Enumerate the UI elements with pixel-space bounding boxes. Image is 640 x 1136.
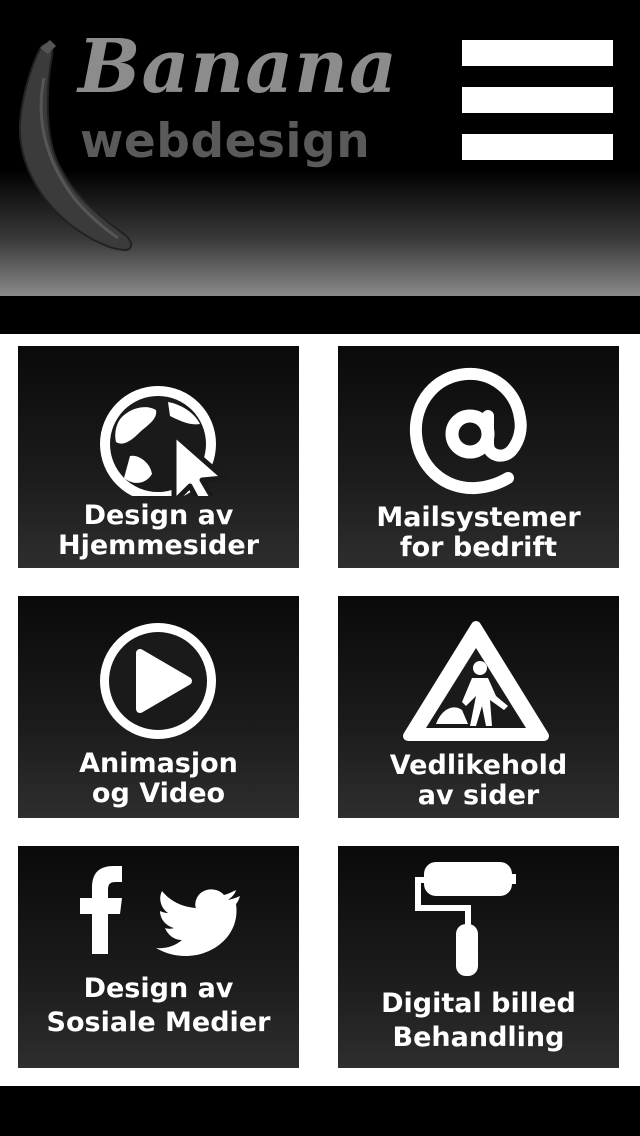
tile-mail-systems[interactable]: Mailsystemer for bedrift: [338, 346, 619, 568]
footer-bar: [0, 1086, 640, 1136]
road-work-icon: [403, 621, 549, 741]
tile-design-websites[interactable]: Design av Hjemmesider: [18, 346, 299, 568]
tile-label: Design av Hjemmesider: [57, 500, 260, 561]
header-divider: [0, 296, 640, 334]
tile-maintenance[interactable]: Vedlikehold av sider: [338, 596, 619, 818]
tile-label: Mailsystemer for bedrift: [376, 502, 581, 563]
logo-subtitle: webdesign: [80, 114, 371, 169]
services-grid: Design av Hjemmesider Mailsystemer for bed…: [0, 334, 640, 1086]
paint-roller-icon: [415, 862, 516, 976]
tile-label: Animasjon og Video: [79, 748, 238, 809]
app-header: Banana webdesign: [0, 0, 640, 296]
hamburger-menu-icon[interactable]: [462, 40, 613, 162]
tile-social-media[interactable]: Design av Sosiale Medier: [18, 846, 299, 1068]
logo-title: Banana: [78, 24, 398, 110]
tile-label: Digital billed Behandling: [381, 988, 576, 1053]
tile-image-editing[interactable]: Digital billed Behandling: [338, 846, 619, 1068]
tile-label: Vedlikehold av sider: [389, 750, 568, 811]
tile-label: Design av Sosiale Medier: [46, 973, 271, 1038]
tile-animation-video[interactable]: Animasjon og Video: [18, 596, 299, 818]
at-sign-icon: [409, 367, 527, 495]
play-icon: [100, 623, 216, 739]
globe-cursor-icon: [100, 386, 227, 496]
